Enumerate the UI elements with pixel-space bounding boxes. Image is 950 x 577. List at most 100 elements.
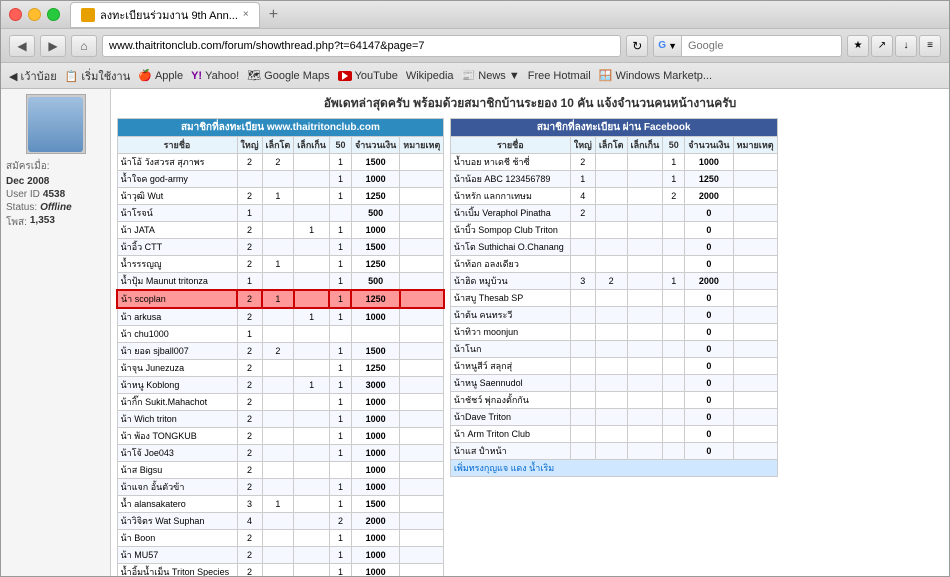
table-row: น้า Arm Triton Club0 (450, 426, 777, 443)
fb-col-amount-header: จำนวนเงิน (685, 137, 733, 154)
bookmark-label: Y! (191, 70, 202, 82)
settings-button[interactable]: ≡ (919, 35, 941, 57)
member-since-value: Dec 2008 (6, 176, 49, 187)
right-table-container: สมาชิกที่ลงทะเบียน ผ่าน Facebook รายชื่อ… (450, 118, 778, 576)
userid-value: 4538 (43, 189, 65, 200)
title-bar: ลงทะเบียนร่วมงาน 9th Ann... × + (1, 1, 949, 29)
tab-title: ลงทะเบียนร่วมงาน 9th Ann... (100, 6, 238, 24)
fb-col-50-header: 50 (663, 137, 685, 154)
bookmark-label: ◀ เว้าบ้อย (9, 67, 57, 85)
table-row: น้ำรรรญญู2111250 (117, 256, 444, 273)
bookmark-wikipedia[interactable]: Wikipedia (406, 70, 454, 82)
download-button[interactable]: ↓ (895, 35, 917, 57)
home-button[interactable]: ⌂ (71, 35, 97, 57)
page-title: อัพเดทล่าสุดครับ พร้อมด้วยสมาชิกบ้านระยอ… (116, 94, 944, 113)
bookmark-label: 🪟 Windows Marketp... (599, 69, 712, 82)
left-registration-table: สมาชิกที่ลงทะเบียน www.thaitritonclub.co… (116, 118, 445, 576)
userid-label: User ID (6, 189, 40, 200)
bookmark-label: 🗺 Google Maps (247, 69, 329, 82)
table-row: น้าจุน Junezuza211250 (117, 360, 444, 377)
table-row: น้าโต Suthichai O.Chanang0 (450, 239, 777, 256)
search-engine-selector[interactable]: G ▼ (653, 35, 682, 57)
avatar (26, 94, 86, 154)
table-row: น้า chu10001 (117, 326, 444, 343)
table-row: น้า Boon211000 (117, 530, 444, 547)
table-row: น้าโอ้ วังสวรส สุภาพร2211500 (117, 154, 444, 171)
status-row: Status: Offline (6, 202, 105, 213)
bookmark-weaboi[interactable]: ◀ เว้าบ้อย (9, 67, 57, 85)
col-amount-header: จำนวนเงิน (351, 137, 399, 154)
table-row: น้าชัชว์ พุ่กองตั้กกัน0 (450, 392, 777, 409)
table-row: น้าโนก0 (450, 341, 777, 358)
bookmark-label: Wikipedia (406, 70, 454, 82)
col-smol-header: เล็กโต (262, 137, 294, 154)
table-row: น้าอิ้ว CTT211500 (117, 239, 444, 256)
active-tab[interactable]: ลงทะเบียนร่วมงาน 9th Ann... × (70, 2, 260, 28)
share-button[interactable]: ↗ (871, 35, 893, 57)
youtube-label: YouTube (355, 70, 398, 82)
table-row: น้ำอิ้มน้ำเม็น Triton Species211000 (117, 564, 444, 577)
tables-container: สมาชิกที่ลงทะเบียน www.thaitritonclub.co… (116, 118, 944, 576)
bookmark-apple[interactable]: 🍎 Apple (138, 69, 183, 82)
bookmark-googlemaps[interactable]: 🗺 Google Maps (247, 69, 329, 82)
table-row: น้า MU57211000 (117, 547, 444, 564)
back-button[interactable]: ◀ (9, 35, 35, 57)
tab-bar: ลงทะเบียนร่วมงาน 9th Ann... × + (70, 2, 941, 28)
table-row: น้า arkusa2111000 (117, 308, 444, 326)
member-since-label: สมัครเมื่อ: (6, 159, 50, 174)
fb-col-name-header: รายชื่อ (450, 137, 570, 154)
fb-col-note-header: หมายเหตุ (733, 137, 777, 154)
bookmark-youtube[interactable]: YouTube (338, 70, 398, 82)
table-row: น้าหรัก แลกกาเทษม422000 (450, 188, 777, 205)
table-row: น้าหนู Koblong2113000 (117, 377, 444, 394)
refresh-button[interactable]: ↻ (626, 35, 648, 57)
col-ken-header: เล็กเก็น (294, 137, 330, 154)
new-tab-button[interactable]: + (264, 6, 283, 24)
right-registration-table: สมาชิกที่ลงทะเบียน ผ่าน Facebook รายชื่อ… (450, 118, 778, 477)
sidebar: สมัครเมื่อ: Dec 2008 User ID 4538 Status… (1, 89, 111, 576)
posts-value: 1,353 (30, 215, 55, 230)
tab-close-button[interactable]: × (243, 9, 249, 20)
main-content: สมัครเมื่อ: Dec 2008 User ID 4538 Status… (1, 89, 949, 576)
table-row: น้า Wich triton211000 (117, 411, 444, 428)
bookmark-hotmail[interactable]: Free Hotmail (528, 70, 591, 82)
search-input[interactable] (682, 35, 842, 57)
table-row: น้ำใจค god-army11000 (117, 171, 444, 188)
table-row: น้าโจ้ Joe043211000 (117, 445, 444, 462)
left-table-container: สมาชิกที่ลงทะเบียน www.thaitritonclub.co… (116, 118, 445, 576)
fb-col-smol-header: เล็กโต (595, 137, 627, 154)
tab-favicon (81, 8, 95, 22)
forward-button[interactable]: ▶ (40, 35, 66, 57)
bookmark-windows[interactable]: 🪟 Windows Marketp... (599, 69, 712, 82)
youtube-icon (338, 71, 352, 81)
col-50-header: 50 (329, 137, 351, 154)
posts-label: โพส: (6, 215, 27, 230)
table-row: น้าต้น คนทระวี0 (450, 307, 777, 324)
user-info: สมัครเมื่อ: Dec 2008 User ID 4538 Status… (6, 159, 105, 230)
toolbar-actions: ★ ↗ ↓ ≡ (847, 35, 941, 57)
status-label: Status: (6, 202, 37, 213)
page-content: อัพเดทล่าสุดครับ พร้อมด้วยสมาชิกบ้านระยอ… (111, 89, 949, 576)
minimize-button[interactable] (28, 8, 41, 21)
table-row: น้า JATA2111000 (117, 222, 444, 239)
status-value: Offline (40, 202, 71, 213)
table-row: น้า ยอด sjball0072211500 (117, 343, 444, 360)
bookmark-button[interactable]: ★ (847, 35, 869, 57)
bookmark-news[interactable]: 📰 News ▼ (462, 69, 520, 82)
table-row: น้าแจก อั้นตัวข้า211000 (117, 479, 444, 496)
bookmark-yahoo[interactable]: Y! Yahoo! (191, 70, 239, 82)
col-name-header: รายชื่อ (117, 137, 237, 154)
address-input[interactable] (102, 35, 621, 57)
browser-window: ลงทะเบียนร่วมงาน 9th Ann... × + ◀ ▶ ⌂ ↻ … (0, 0, 950, 577)
bookmark-start[interactable]: 📋 เริ่มใช้งาน (65, 67, 131, 85)
table-row: น้า พ้อง TONGKUB211000 (117, 428, 444, 445)
table-row: เพิ่มทรงกุญแจ แดง น้ำเริม (450, 460, 777, 477)
col-note-header: หมายเหตุ (400, 137, 444, 154)
table-row: น้ำ alansakatero3111500 (117, 496, 444, 513)
right-table-header: สมาชิกที่ลงทะเบียน ผ่าน Facebook (450, 119, 777, 137)
maximize-button[interactable] (47, 8, 60, 21)
address-bar: ◀ ▶ ⌂ ↻ G ▼ ★ ↗ ↓ ≡ (1, 29, 949, 63)
close-button[interactable] (9, 8, 22, 21)
table-row: น้าวุฒิ Wut2111250 (117, 188, 444, 205)
table-row: น้ำปุ้ม Maunut tritonza11500 (117, 273, 444, 291)
